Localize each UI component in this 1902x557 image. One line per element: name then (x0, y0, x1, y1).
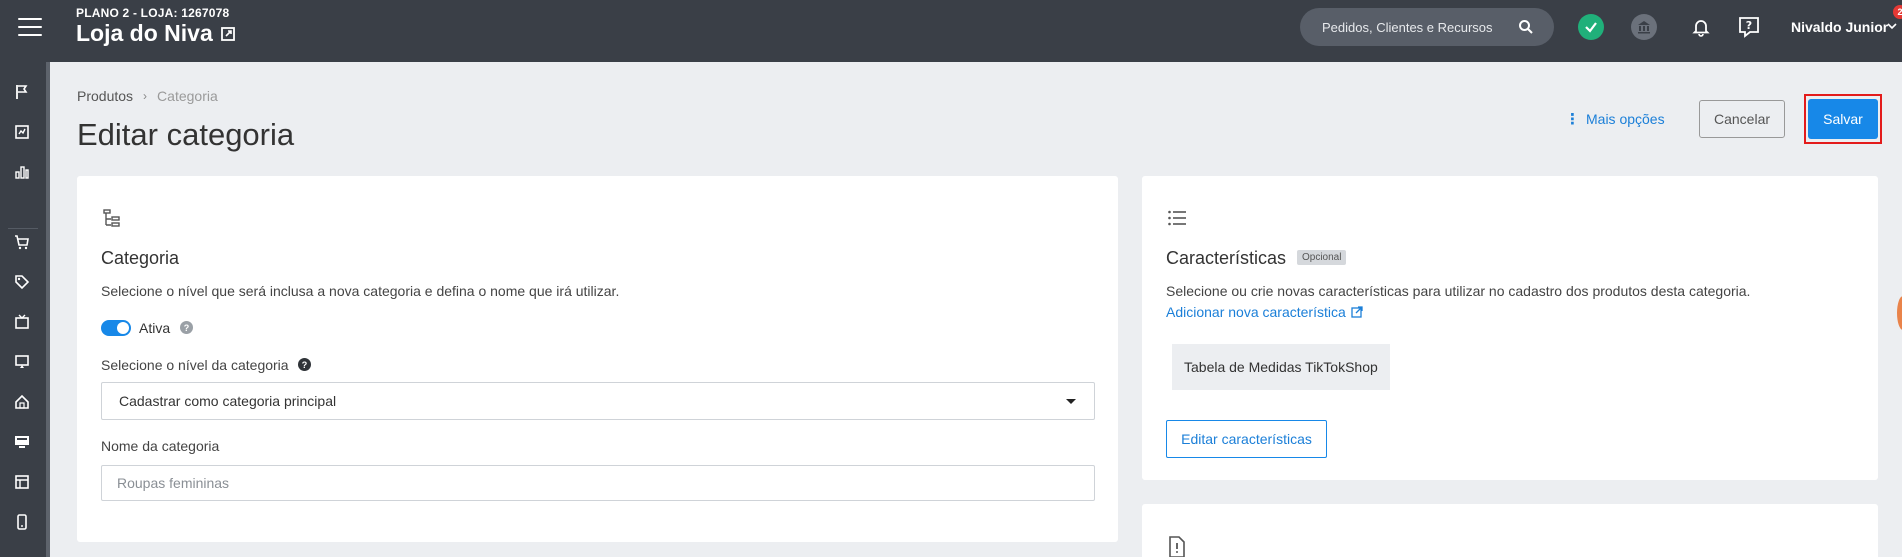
sidebar-item-media[interactable] (12, 312, 32, 332)
level-label: Selecione o nível da categoria (101, 357, 289, 373)
dashboard-icon (15, 125, 29, 139)
bar-chart-icon (15, 166, 29, 179)
sidebar-item-products[interactable] (12, 272, 32, 292)
cart-icon (15, 235, 29, 250)
sidebar-item-mobile[interactable] (12, 512, 32, 532)
toggle-label: Ativa (139, 320, 171, 336)
edit-characteristics-button[interactable]: Editar características (1166, 420, 1327, 458)
user-name[interactable]: Nivaldo Junior (1791, 19, 1888, 35)
section-description: Selecione o nível que será inclusa a nov… (101, 283, 620, 299)
more-vertical-icon: ⋮ (1565, 111, 1580, 128)
sidebar-item-start[interactable] (12, 82, 32, 102)
store-name[interactable]: Loja do Niva (76, 20, 235, 47)
sidebar-item-layout[interactable] (12, 472, 32, 492)
help-circle-icon[interactable]: ? (298, 358, 311, 371)
desktop-icon (15, 436, 29, 448)
category-card: Categoria Selecione o nível que será inc… (77, 176, 1118, 542)
external-link-icon (1351, 306, 1363, 318)
sidebar-item-orders[interactable] (12, 232, 32, 252)
info-card (1142, 504, 1878, 557)
menu-icon[interactable] (18, 18, 42, 38)
tag-icon (15, 275, 30, 290)
section-description: Selecione ou crie novas características … (1166, 283, 1751, 299)
more-options-button[interactable]: ⋮ Mais opções (1565, 110, 1665, 128)
optional-badge: Opcional (1297, 250, 1347, 265)
name-label: Nome da categoria (101, 438, 220, 454)
store-name-label: Loja do Niva (76, 20, 213, 46)
sidebar-item-display[interactable] (12, 352, 32, 372)
active-toggle[interactable] (101, 320, 131, 336)
section-title: Categoria (101, 248, 180, 268)
chevron-right-icon: › (143, 89, 148, 103)
characteristics-card: Características Opcional Selecione ou cr… (1142, 176, 1878, 480)
search-icon[interactable] (1518, 19, 1534, 35)
store-plan: PLANO 2 - LOJA: 1267078 (76, 6, 230, 20)
flag-icon (16, 85, 28, 99)
add-link-label: Adicionar nova característica (1166, 304, 1346, 320)
sidebar-item-reports[interactable] (12, 162, 32, 182)
sidebar-item-dashboard[interactable] (12, 122, 32, 142)
sidebar-item-pos[interactable] (12, 432, 32, 452)
bell-icon[interactable] (1688, 14, 1714, 40)
layout-icon (15, 475, 29, 489)
category-level-select[interactable]: Cadastrar como categoria principal (101, 382, 1095, 420)
category-name-input[interactable] (101, 465, 1095, 501)
svg-text:?: ? (1746, 19, 1752, 32)
help-circle-icon[interactable]: ? (180, 321, 193, 334)
notification-badge: 2 (1893, 5, 1902, 19)
search-bar[interactable]: Pedidos, Clientes e Recursos (1300, 8, 1554, 46)
sidebar-divider (8, 228, 38, 229)
caret-down-icon (1066, 399, 1076, 404)
floating-widget[interactable] (1897, 296, 1902, 330)
external-link-icon[interactable] (220, 26, 235, 41)
sidebar-item-store[interactable] (12, 392, 32, 412)
home-icon (15, 394, 29, 409)
bank-icon[interactable] (1631, 14, 1657, 40)
section-title: Características (1166, 248, 1287, 268)
sidebar (0, 62, 50, 557)
cancel-button[interactable]: Cancelar (1699, 100, 1785, 138)
search-label: Pedidos, Clientes e Recursos (1322, 19, 1493, 35)
chevron-down-icon[interactable] (1887, 22, 1897, 30)
top-bar: PLANO 2 - LOJA: 1267078 Loja do Niva Ped… (0, 0, 1902, 62)
mobile-icon (17, 514, 27, 530)
more-options-label: Mais opções (1586, 111, 1665, 127)
save-button[interactable]: Salvar (1808, 99, 1878, 139)
breadcrumb-root[interactable]: Produtos (77, 88, 133, 104)
tv-icon (15, 314, 29, 329)
page-title: Editar categoria (77, 117, 295, 152)
characteristic-chip: Tabela de Medidas TikTokShop (1172, 344, 1390, 390)
hierarchy-icon (103, 209, 120, 227)
document-alert-icon (1169, 536, 1185, 557)
help-icon[interactable]: ? (1736, 14, 1762, 40)
monitor-icon (15, 355, 29, 368)
add-characteristic-link[interactable]: Adicionar nova característica (1166, 304, 1363, 320)
select-value: Cadastrar como categoria principal (119, 393, 337, 409)
breadcrumb: Produtos › Categoria (77, 88, 218, 104)
breadcrumb-current: Categoria (157, 88, 218, 104)
list-icon (1168, 210, 1186, 226)
status-check-icon[interactable] (1578, 14, 1604, 40)
